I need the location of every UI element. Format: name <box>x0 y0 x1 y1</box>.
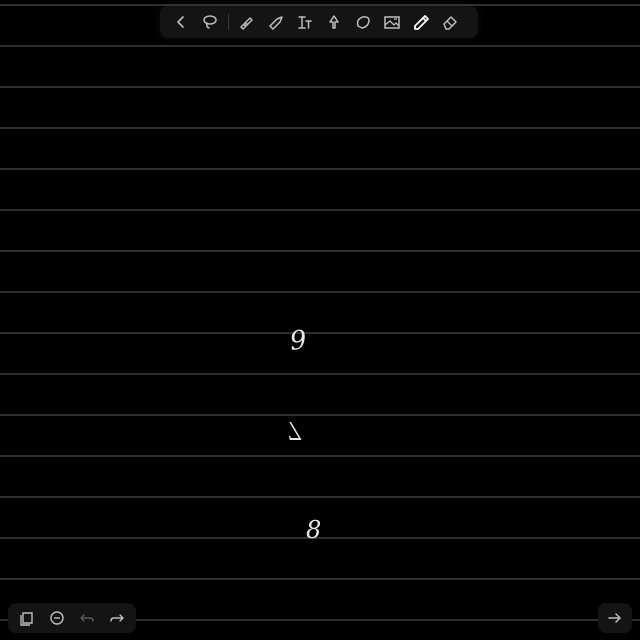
marker-tool-button[interactable] <box>408 9 434 35</box>
redo-icon <box>110 614 124 622</box>
arrow-right-icon <box>608 613 621 623</box>
lasso-tool-button[interactable] <box>197 9 223 35</box>
shapes-tool-button[interactable] <box>321 9 347 35</box>
zoom-out-icon <box>50 611 64 625</box>
handwritten-digit[interactable]: 9 <box>288 325 308 357</box>
shapes-icon <box>329 15 339 29</box>
ruled-line <box>0 45 640 47</box>
image-tool-button[interactable] <box>379 9 405 35</box>
next-page-button[interactable] <box>598 603 632 633</box>
sticky-note-tool-button[interactable] <box>350 9 376 35</box>
ruled-line <box>0 373 640 375</box>
pages-button[interactable] <box>14 605 40 631</box>
note-canvas[interactable]: 9 7 8 <box>0 0 640 640</box>
ruled-line <box>0 86 640 88</box>
back-button[interactable] <box>168 9 194 35</box>
text-icon <box>298 16 312 29</box>
undo-icon <box>80 614 94 622</box>
ruled-line <box>0 250 640 252</box>
ruled-line <box>0 496 640 498</box>
ruled-line <box>0 209 640 211</box>
eraser-icon <box>443 16 457 30</box>
handwritten-digit[interactable]: 8 <box>306 518 321 542</box>
pages-icon <box>20 612 33 626</box>
handwritten-digit[interactable]: 7 <box>286 416 301 444</box>
pen-icon <box>240 17 253 30</box>
text-tool-button[interactable] <box>292 9 318 35</box>
ruled-line <box>0 291 640 293</box>
marker-icon <box>414 15 429 30</box>
toolbar-divider <box>228 14 229 30</box>
bottom-toolbar <box>8 603 136 633</box>
ruled-line <box>0 332 640 334</box>
redo-button[interactable] <box>104 605 130 631</box>
image-icon <box>384 16 400 29</box>
eraser-tool-button[interactable] <box>437 9 463 35</box>
ruled-line <box>0 414 640 416</box>
highlighter-tool-button[interactable] <box>263 9 289 35</box>
highlighter-icon <box>269 16 283 30</box>
zoom-out-button[interactable] <box>44 605 70 631</box>
sticky-note-icon <box>356 16 370 29</box>
lasso-icon <box>203 15 217 29</box>
ruled-line <box>0 127 640 129</box>
ruled-line <box>0 455 640 457</box>
pen-tool-button[interactable] <box>234 9 260 35</box>
chevron-left-icon <box>177 16 184 28</box>
ruled-line <box>0 168 640 170</box>
ruled-line <box>0 578 640 580</box>
top-toolbar <box>160 6 478 38</box>
undo-button[interactable] <box>74 605 100 631</box>
